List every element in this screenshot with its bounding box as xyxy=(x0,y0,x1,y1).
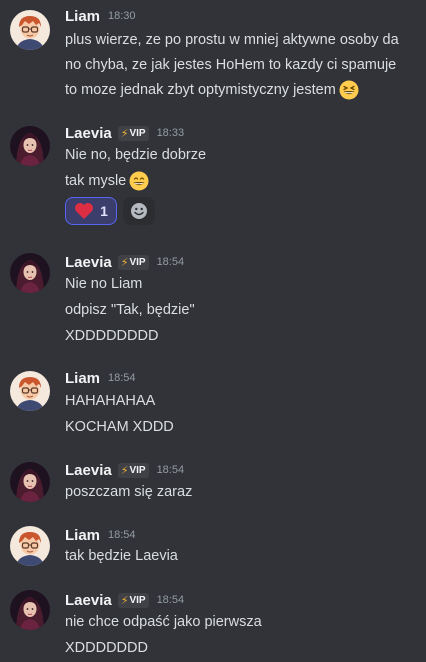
vip-badge: ⚡ VIP xyxy=(117,254,149,270)
message-text: plus wierze, ze po prostu w mniej aktywn… xyxy=(65,32,399,48)
avatar-laevia[interactable] xyxy=(10,126,50,166)
smile-emoji-icon xyxy=(129,171,149,191)
timestamp: 18:54 xyxy=(156,256,185,268)
message-text: Nie no, będzie dobrze xyxy=(65,147,207,163)
message-text: HAHAHAHAA xyxy=(65,393,156,409)
reaction-heart[interactable]: 1 xyxy=(65,197,117,225)
badge-label: VIP xyxy=(129,256,146,268)
vip-badge: ⚡ VIP xyxy=(117,125,149,141)
username[interactable]: Laevia xyxy=(65,125,112,142)
timestamp: 18:54 xyxy=(156,594,185,606)
heart-icon xyxy=(75,203,94,219)
message-header: Laevia ⚡ VIP 18:54 xyxy=(65,460,184,480)
timestamp: 18:30 xyxy=(108,10,136,22)
message-text: odpisz "Tak, będzie" xyxy=(65,302,195,318)
username[interactable]: Laevia xyxy=(65,592,112,609)
username[interactable]: Laevia xyxy=(65,462,112,479)
message-text: Nie no Liam xyxy=(65,276,143,292)
lightning-icon: ⚡ xyxy=(120,256,129,269)
message-text: XDDDDDDDD xyxy=(65,328,159,344)
avatar-laevia[interactable] xyxy=(10,253,50,293)
timestamp: 18:33 xyxy=(156,127,185,139)
username[interactable]: Liam xyxy=(65,370,100,387)
grin-emoji-icon xyxy=(339,80,359,100)
timestamp: 18:54 xyxy=(108,529,136,541)
message-line-with-emoji: tak mysle xyxy=(65,171,149,191)
message-text: XDDDDDDD xyxy=(65,640,148,656)
message-header: Laevia ⚡ VIP 18:54 xyxy=(65,252,184,272)
message-text: tak mysle xyxy=(65,173,127,189)
username[interactable]: Liam xyxy=(65,527,100,544)
message-text: no chyba, ze jak jestes HoHem to kazdy c… xyxy=(65,57,397,73)
lightning-icon: ⚡ xyxy=(120,594,129,607)
avatar-liam[interactable] xyxy=(10,371,50,411)
lightning-icon: ⚡ xyxy=(120,127,129,140)
add-reaction-icon xyxy=(131,203,147,219)
avatar-liam[interactable] xyxy=(10,10,50,50)
add-reaction-button[interactable] xyxy=(123,197,155,225)
timestamp: 18:54 xyxy=(156,464,185,476)
badge-label: VIP xyxy=(129,127,146,139)
message-header: Laevia ⚡ VIP 18:33 xyxy=(65,123,184,143)
message-header: Liam 18:30 xyxy=(65,6,136,26)
badge-label: VIP xyxy=(129,464,146,476)
message-header: Liam 18:54 xyxy=(65,368,136,388)
message-text: poszczam się zaraz xyxy=(65,484,193,500)
message-text: tak będzie Laevia xyxy=(65,548,178,564)
username[interactable]: Laevia xyxy=(65,254,112,271)
message-header: Liam 18:54 xyxy=(65,525,136,545)
vip-badge: ⚡ VIP xyxy=(117,592,149,608)
username[interactable]: Liam xyxy=(65,8,100,25)
badge-label: VIP xyxy=(129,594,146,606)
vip-badge: ⚡ VIP xyxy=(117,462,149,478)
avatar-liam[interactable] xyxy=(10,526,50,566)
message-header: Laevia ⚡ VIP 18:54 xyxy=(65,590,184,610)
timestamp: 18:54 xyxy=(108,372,136,384)
message-text: KOCHAM XDDD xyxy=(65,419,174,435)
lightning-icon: ⚡ xyxy=(120,464,129,477)
reaction-count: 1 xyxy=(100,203,108,219)
avatar-laevia[interactable] xyxy=(10,462,50,502)
chat-messages: Liam 18:30 plus wierze, ze po prostu w m… xyxy=(0,0,426,662)
message-line-with-emoji: to moze jednak zbyt optymistyczny jestem xyxy=(65,80,359,100)
avatar-laevia[interactable] xyxy=(10,590,50,630)
message-text: nie chce odpaść jako pierwsza xyxy=(65,614,262,630)
message-text: to moze jednak zbyt optymistyczny jestem xyxy=(65,82,336,98)
